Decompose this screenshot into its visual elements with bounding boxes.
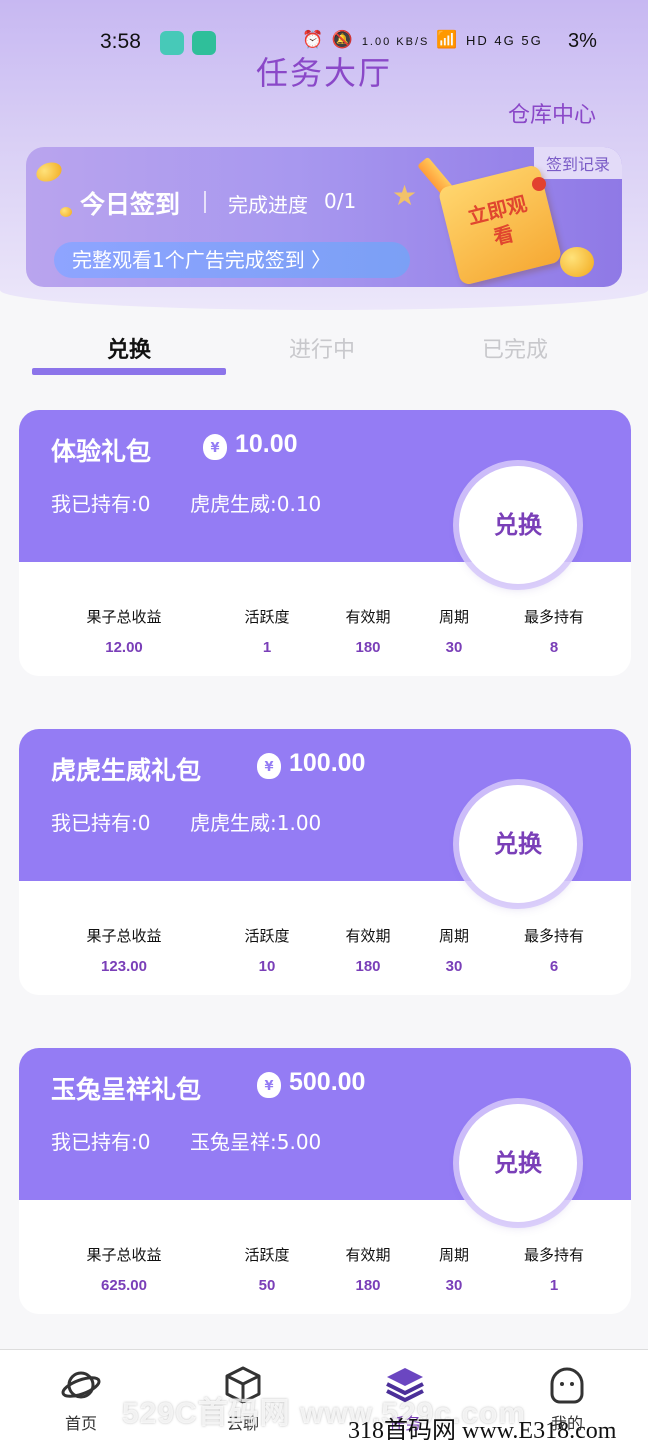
tab-in-progress[interactable]: 进行中 (225, 332, 419, 364)
package-price: 10.00 (235, 430, 298, 458)
stat-value: 50 (258, 1277, 276, 1294)
package-card: 玉兔呈祥礼包 ¥ 500.00 我已持有:0 玉兔呈祥:5.00 兑换 果子总收… (19, 1048, 631, 1314)
package-card: 体验礼包 ¥ 10.00 我已持有:0 虎虎生威:0.10 兑换 果子总收益 12… (19, 410, 631, 676)
coin-icon (33, 159, 65, 185)
stat-label: 最多持有 (523, 927, 585, 945)
wifi-icon: 📶 (436, 30, 460, 49)
stat-value: 30 (445, 1277, 463, 1294)
stat-value: 6 (549, 958, 559, 975)
page-title: 任务大厅 (255, 54, 392, 92)
stat-label: 果子总收益 (86, 608, 162, 626)
stat-validity: 有效期 180 (345, 925, 390, 975)
stat-max-held: 最多持有 1 (524, 1244, 584, 1294)
watch-now-label: 立即观看 (465, 191, 530, 250)
mute-icon: 🔕 (331, 30, 356, 49)
package-name: 虎虎生威礼包 (51, 756, 202, 785)
progress-label: 完成进度 (228, 193, 308, 217)
yield-value: 虎虎生威:0.10 (190, 492, 322, 516)
tab-exchange[interactable]: 兑换 (32, 332, 226, 364)
stat-total-income: 果子总收益 625.00 (86, 1244, 161, 1294)
yield-value: 虎虎生威:1.00 (190, 811, 322, 835)
stat-value: 12.00 (105, 639, 143, 656)
stat-validity: 有效期 180 (345, 606, 390, 656)
package-name: 玉兔呈祥礼包 (51, 1075, 202, 1104)
warehouse-center-link[interactable]: 仓库中心 (508, 97, 596, 129)
stat-total-income: 果子总收益 12.00 (86, 606, 161, 656)
net-speed: 1.00 KB/S (361, 36, 430, 48)
signal-labels: HD 4G 5G (466, 33, 543, 48)
stat-value: 1 (262, 639, 272, 656)
stat-value: 180 (355, 958, 381, 975)
money-bag-icon: ¥ (257, 1072, 281, 1098)
stat-label: 周期 (438, 608, 470, 626)
held-count: 我已持有:0 (51, 811, 151, 835)
pin-icon (532, 177, 546, 191)
stat-activity: 活跃度 1 (244, 606, 289, 656)
divider (204, 191, 206, 213)
exchange-button[interactable]: 兑换 (459, 1104, 577, 1222)
coin-icon (60, 207, 72, 217)
stat-max-held: 最多持有 8 (524, 606, 584, 656)
stat-value: 10 (258, 958, 276, 975)
stat-validity: 有效期 180 (345, 1244, 390, 1294)
stat-label: 活跃度 (244, 608, 290, 626)
stat-cycle: 周期 30 (439, 1244, 469, 1294)
stat-value: 8 (549, 639, 559, 656)
stat-label: 果子总收益 (86, 927, 162, 945)
alarm-icon: ⏰ (302, 30, 326, 49)
signin-title: 今日签到 (80, 190, 181, 219)
signin-record-button[interactable]: 签到记录 (533, 147, 622, 179)
package-card: 虎虎生威礼包 ¥ 100.00 我已持有:0 虎虎生威:1.00 兑换 果子总收… (19, 729, 631, 995)
stat-activity: 活跃度 10 (244, 925, 289, 975)
package-price: 500.00 (289, 1068, 366, 1096)
yield-value: 玉兔呈祥:5.00 (190, 1130, 322, 1154)
stat-label: 活跃度 (244, 927, 290, 945)
stat-label: 活跃度 (244, 1246, 290, 1264)
stat-value: 625.00 (101, 1277, 147, 1294)
stat-label: 周期 (438, 927, 470, 945)
stat-max-held: 最多持有 6 (524, 925, 584, 975)
money-bag-icon: ¥ (203, 434, 227, 460)
stat-label: 最多持有 (523, 608, 585, 626)
status-indicators: ⏰ 🔕 1.00 KB/S 📶 HD 4G 5G (302, 30, 543, 50)
stat-label: 有效期 (345, 1246, 391, 1264)
active-tab-indicator (32, 368, 226, 375)
package-name: 体验礼包 (51, 437, 152, 466)
watermark: 318首码网 www.E318.com (348, 1418, 617, 1440)
stat-value: 123.00 (101, 958, 147, 975)
stat-label: 周期 (438, 1246, 470, 1264)
stat-value: 180 (355, 1277, 381, 1294)
stat-label: 有效期 (345, 927, 391, 945)
held-count: 我已持有:0 (51, 1130, 151, 1154)
held-count: 我已持有:0 (51, 492, 151, 516)
stat-total-income: 果子总收益 123.00 (86, 925, 161, 975)
package-price: 100.00 (289, 749, 366, 777)
signin-card: 签到记录 今日签到 完成进度 0/1 完整观看1个广告完成签到 〉 ★ 立即观看 (26, 147, 622, 287)
progress-value: 0/1 (324, 189, 357, 213)
stat-activity: 活跃度 50 (244, 1244, 289, 1294)
stat-value: 180 (355, 639, 381, 656)
exchange-button[interactable]: 兑换 (459, 466, 577, 584)
stat-label: 果子总收益 (86, 1246, 162, 1264)
exchange-button[interactable]: 兑换 (459, 785, 577, 903)
coin-icon (560, 247, 594, 277)
stat-value: 30 (445, 639, 463, 656)
watch-ad-task-button[interactable]: 完整观看1个广告完成签到 〉 (54, 242, 410, 278)
stat-cycle: 周期 30 (439, 925, 469, 975)
stat-label: 有效期 (345, 608, 391, 626)
stat-value: 1 (549, 1277, 559, 1294)
star-icon: ★ (392, 179, 418, 212)
stat-value: 30 (445, 958, 463, 975)
stat-label: 最多持有 (523, 1246, 585, 1264)
stat-cycle: 周期 30 (439, 606, 469, 656)
tab-bar: 兑换 进行中 已完成 (0, 322, 648, 378)
money-bag-icon: ¥ (257, 753, 281, 779)
tab-completed[interactable]: 已完成 (418, 332, 612, 364)
